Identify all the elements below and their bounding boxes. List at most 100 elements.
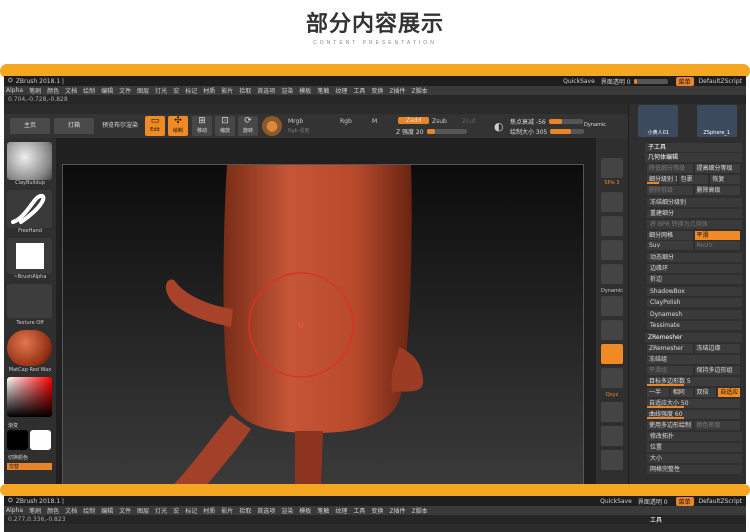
menu-item[interactable]: 工具 [353, 506, 365, 515]
menu-item[interactable]: Alpha [6, 507, 23, 514]
menu-item[interactable]: 变换 [371, 86, 383, 95]
stroke-thumbnail[interactable] [7, 190, 52, 228]
panel-adapt-button[interactable]: 自适应 [718, 387, 740, 397]
focal-shift-slider[interactable]: 焦点衰减 -56 [510, 117, 583, 126]
quicksave-button[interactable]: QuickSave [563, 78, 595, 85]
move-button[interactable]: ⊞ 移动 [192, 116, 212, 136]
zsub-button[interactable]: Zsub [432, 118, 447, 125]
panel-freeze-border-button[interactable]: 冻结边缘 [694, 343, 740, 353]
menu-item[interactable]: 灯光 [155, 86, 167, 95]
panel-freeze-groups-button[interactable]: 冻结组 [647, 354, 740, 364]
panel-subdiv-level-slider[interactable]: 细分级别 1 [647, 174, 677, 184]
menu-item[interactable]: 颜色 [47, 506, 59, 515]
floor-button[interactable] [601, 320, 623, 340]
m-button[interactable]: M [372, 118, 377, 125]
menu-item[interactable]: 纹理 [335, 506, 347, 515]
viewport[interactable] [62, 164, 584, 484]
menu-item[interactable]: 渲染 [281, 506, 293, 515]
panel-cage-button[interactable]: 包裹 [678, 174, 709, 184]
panel-suv-button[interactable]: Suv [647, 240, 693, 250]
menu-item[interactable]: 纹理 [335, 86, 347, 95]
scroll-button[interactable] [601, 192, 623, 212]
menu-item[interactable]: 标记 [185, 86, 197, 95]
panel-shadowbox-button[interactable]: ShadowBox [647, 286, 742, 296]
panel-crease-button[interactable]: 折边 [647, 274, 742, 284]
menu-item[interactable]: 影片 [221, 86, 233, 95]
panel-same-button[interactable]: 相同 [670, 387, 693, 397]
menu-item[interactable]: 标记 [185, 506, 197, 515]
panel-modify-topo-button[interactable]: 修改拓扑 [647, 431, 742, 441]
edit-button[interactable]: ▭ Edit [145, 116, 165, 136]
menu-item[interactable]: 渲染 [281, 86, 293, 95]
panel-divide-button[interactable]: 细分网格 [647, 230, 693, 240]
menu-item[interactable]: Z脚本 [412, 86, 428, 95]
menu-item[interactable]: 笔刷 [29, 506, 41, 515]
primary-color-swatch[interactable] [7, 430, 28, 450]
panel-target-poly-slider[interactable]: 目标多边形数 5 [647, 376, 740, 386]
menu-item[interactable]: 文件 [119, 506, 131, 515]
menu-item[interactable]: Z插件 [389, 506, 405, 515]
tool-thumb-1[interactable]: 小黄人01 [638, 105, 679, 137]
switch-color-button[interactable]: 切换颜色 [4, 454, 56, 461]
menu-item[interactable]: 笔刷 [29, 86, 41, 95]
material-thumbnail[interactable] [7, 330, 52, 366]
quicksave-button-2[interactable]: QuickSave [600, 498, 632, 505]
character-model[interactable] [63, 165, 584, 484]
menu-item[interactable]: Alpha [6, 87, 23, 94]
move-view-button[interactable] [601, 450, 623, 470]
transparency-label-2[interactable]: 界面透明 0 [638, 497, 668, 506]
panel-claypolish-button[interactable]: ClayPolish [647, 297, 742, 307]
material-sphere-button[interactable]: ● [262, 116, 282, 136]
menu-item[interactable]: 宏 [173, 506, 179, 515]
texture-thumbnail[interactable] [7, 284, 52, 318]
z-intensity-slider[interactable]: Z 强度 20 [396, 127, 467, 136]
panel-half-button[interactable]: 一半 [647, 387, 669, 397]
menu-item[interactable]: 材质 [203, 86, 215, 95]
panel-zremesher-btn-button[interactable]: ZRemesher [647, 343, 693, 353]
menu-item[interactable]: 绘制 [83, 506, 95, 515]
menu-item[interactable]: 材质 [203, 506, 215, 515]
panel-del-higher-button[interactable]: 删除高级 [694, 185, 740, 195]
menu-item[interactable]: 模板 [299, 86, 311, 95]
spotlight-icon[interactable]: ◐ [494, 120, 504, 133]
panel-lower-res-button[interactable]: 降低细分等级 [647, 163, 693, 173]
rotate-view-button[interactable] [601, 402, 623, 422]
draw-size-slider[interactable]: 绘制大小 305 [510, 127, 585, 136]
aahalf-button[interactable] [601, 264, 623, 284]
panel-freeze-subdiv-button[interactable]: 冻结细分级别 [647, 197, 742, 207]
scale-button[interactable]: ⊡ 缩放 [215, 116, 235, 136]
menu-item[interactable]: Z脚本 [412, 506, 428, 515]
panel-del-lower-button[interactable]: 删除低级 [647, 185, 693, 195]
rgb-intensity-slider[interactable]: Rgb 强度 [288, 127, 309, 134]
menu-item[interactable]: 笔触 [317, 506, 329, 515]
menu-item[interactable]: 变换 [371, 506, 383, 515]
panel-subtool-button[interactable]: 子工具 [645, 142, 742, 152]
menu-item[interactable]: 首选项 [257, 86, 275, 95]
lightbox-button[interactable]: 灯箱 [54, 118, 94, 134]
menu-item[interactable]: 编辑 [101, 506, 113, 515]
default-zscript-button-2[interactable]: DefaultZScript [699, 498, 742, 505]
mrgb-button[interactable]: Mrgb [288, 118, 303, 125]
panel-smooth-groups-button[interactable]: 平滑组 [647, 365, 693, 375]
menu-item[interactable]: 文档 [65, 86, 77, 95]
bpr-render-button[interactable] [601, 158, 623, 178]
menu-item[interactable]: 拾取 [239, 86, 251, 95]
menu-item[interactable]: Z插件 [389, 86, 405, 95]
menu-button[interactable]: 菜单 [675, 76, 694, 86]
perspective-button[interactable] [601, 296, 623, 316]
rgb-button[interactable]: Rgb [340, 118, 352, 125]
bpr-preview-button[interactable]: 预览布尔渲染 [98, 118, 142, 134]
panel-curve-strength-slider[interactable]: 曲线强度 60 [647, 409, 740, 419]
zoom-button[interactable] [601, 216, 623, 236]
rotate-button[interactable]: ⟳ 旋转 [238, 116, 258, 136]
panel-higher-res-button[interactable]: 提高细分等级 [694, 163, 740, 173]
menu-item[interactable]: 灯光 [155, 506, 167, 515]
menu-button-2[interactable]: 菜单 [675, 496, 694, 506]
panel-keep-groups-button[interactable]: 保持多边形组 [694, 365, 740, 375]
menu-item[interactable]: 宏 [173, 86, 179, 95]
menu-item[interactable]: 编辑 [101, 86, 113, 95]
panel-geometry-button[interactable]: 几何体编辑 [645, 152, 742, 162]
panel-reconstruct-button[interactable]: 重建细分 [647, 208, 742, 218]
menu-item[interactable]: 图层 [137, 506, 149, 515]
menu-item[interactable]: 绘制 [83, 86, 95, 95]
